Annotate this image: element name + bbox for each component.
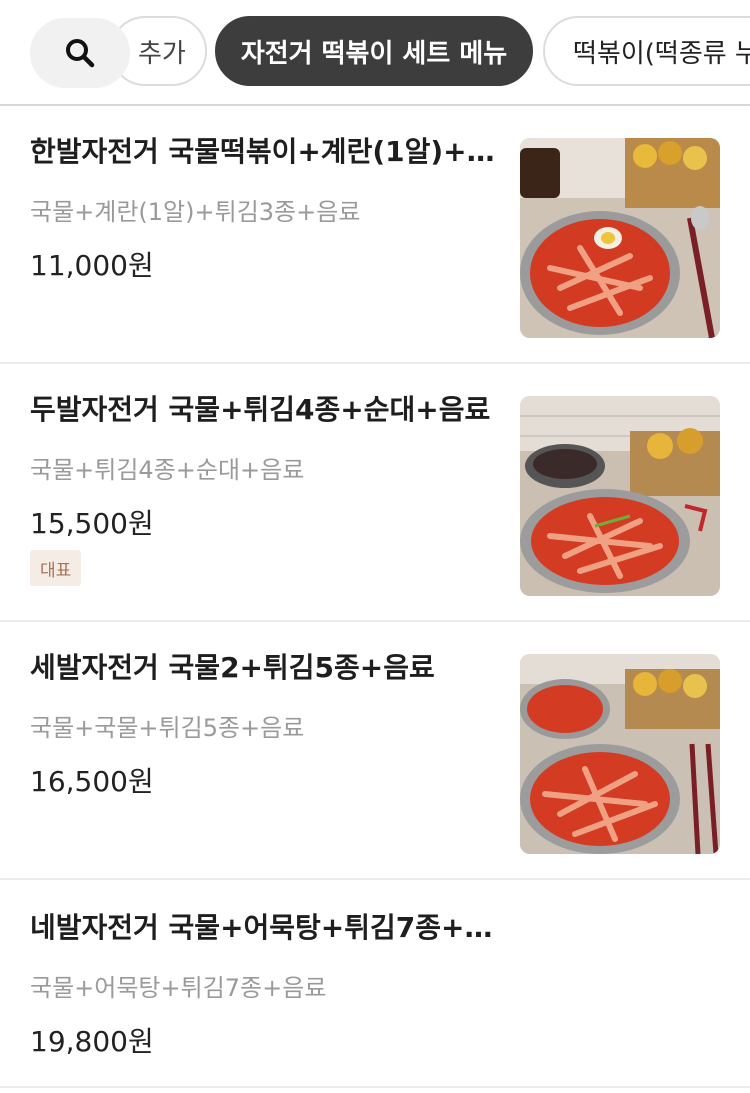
menu-item-title: 한발자전거 국물떡볶이+계란(1알)+튀김3종+음료 [30, 135, 500, 168]
menu-item-photo [520, 138, 720, 338]
menu-item[interactable]: 두발자전거 국물+튀김4종+순대+음료 국물+튀김4종+순대+음료 15,500… [0, 364, 750, 622]
category-chip-prev-label: 추가 [138, 38, 186, 69]
menu-list: 한발자전거 국물떡볶이+계란(1알)+튀김3종+음료 국물+계란(1알)+튀김3… [0, 106, 750, 1088]
menu-item-price: 19,800원 [30, 1025, 154, 1058]
category-bar: 추가 자전거 떡볶이 세트 메뉴 떡볶이(떡종류 누 [0, 0, 750, 106]
menu-item-price: 16,500원 [30, 765, 154, 798]
menu-item-photo [520, 396, 720, 596]
menu-item-title: 세발자전거 국물2+튀김5종+음료 [30, 651, 435, 684]
menu-item-description: 국물+계란(1알)+튀김3종+음료 [30, 198, 361, 226]
menu-item-description: 국물+국물+튀김5종+음료 [30, 714, 305, 742]
menu-item[interactable]: 한발자전거 국물떡볶이+계란(1알)+튀김3종+음료 국물+계란(1알)+튀김3… [0, 106, 750, 364]
menu-item[interactable]: 세발자전거 국물2+튀김5종+음료 국물+국물+튀김5종+음료 16,500원 [0, 622, 750, 880]
category-chip-active-label: 자전거 떡볶이 세트 메뉴 [240, 38, 508, 69]
menu-item-title: 두발자전거 국물+튀김4종+순대+음료 [30, 393, 491, 426]
menu-item-title: 네발자전거 국물+어묵탕+튀김7종+음료 [30, 911, 500, 944]
search-icon [66, 39, 95, 68]
menu-item-photo [520, 654, 720, 854]
menu-item-description: 국물+어묵탕+튀김7종+음료 [30, 974, 327, 1002]
menu-item-description: 국물+튀김4종+순대+음료 [30, 456, 305, 484]
category-chip-next-label: 떡볶이(떡종류 누 [573, 38, 750, 69]
category-chip-next[interactable]: 떡볶이(떡종류 누 [543, 16, 750, 86]
menu-item[interactable]: 네발자전거 국물+어묵탕+튀김7종+음료 국물+어묵탕+튀김7종+음료 19,8… [0, 880, 750, 1088]
menu-item-price: 15,500원 [30, 507, 154, 540]
representative-badge: 대표 [30, 550, 82, 586]
menu-item-price: 11,000원 [30, 249, 154, 282]
search-button[interactable] [30, 18, 130, 88]
category-chip-active[interactable]: 자전거 떡볶이 세트 메뉴 [215, 16, 533, 86]
